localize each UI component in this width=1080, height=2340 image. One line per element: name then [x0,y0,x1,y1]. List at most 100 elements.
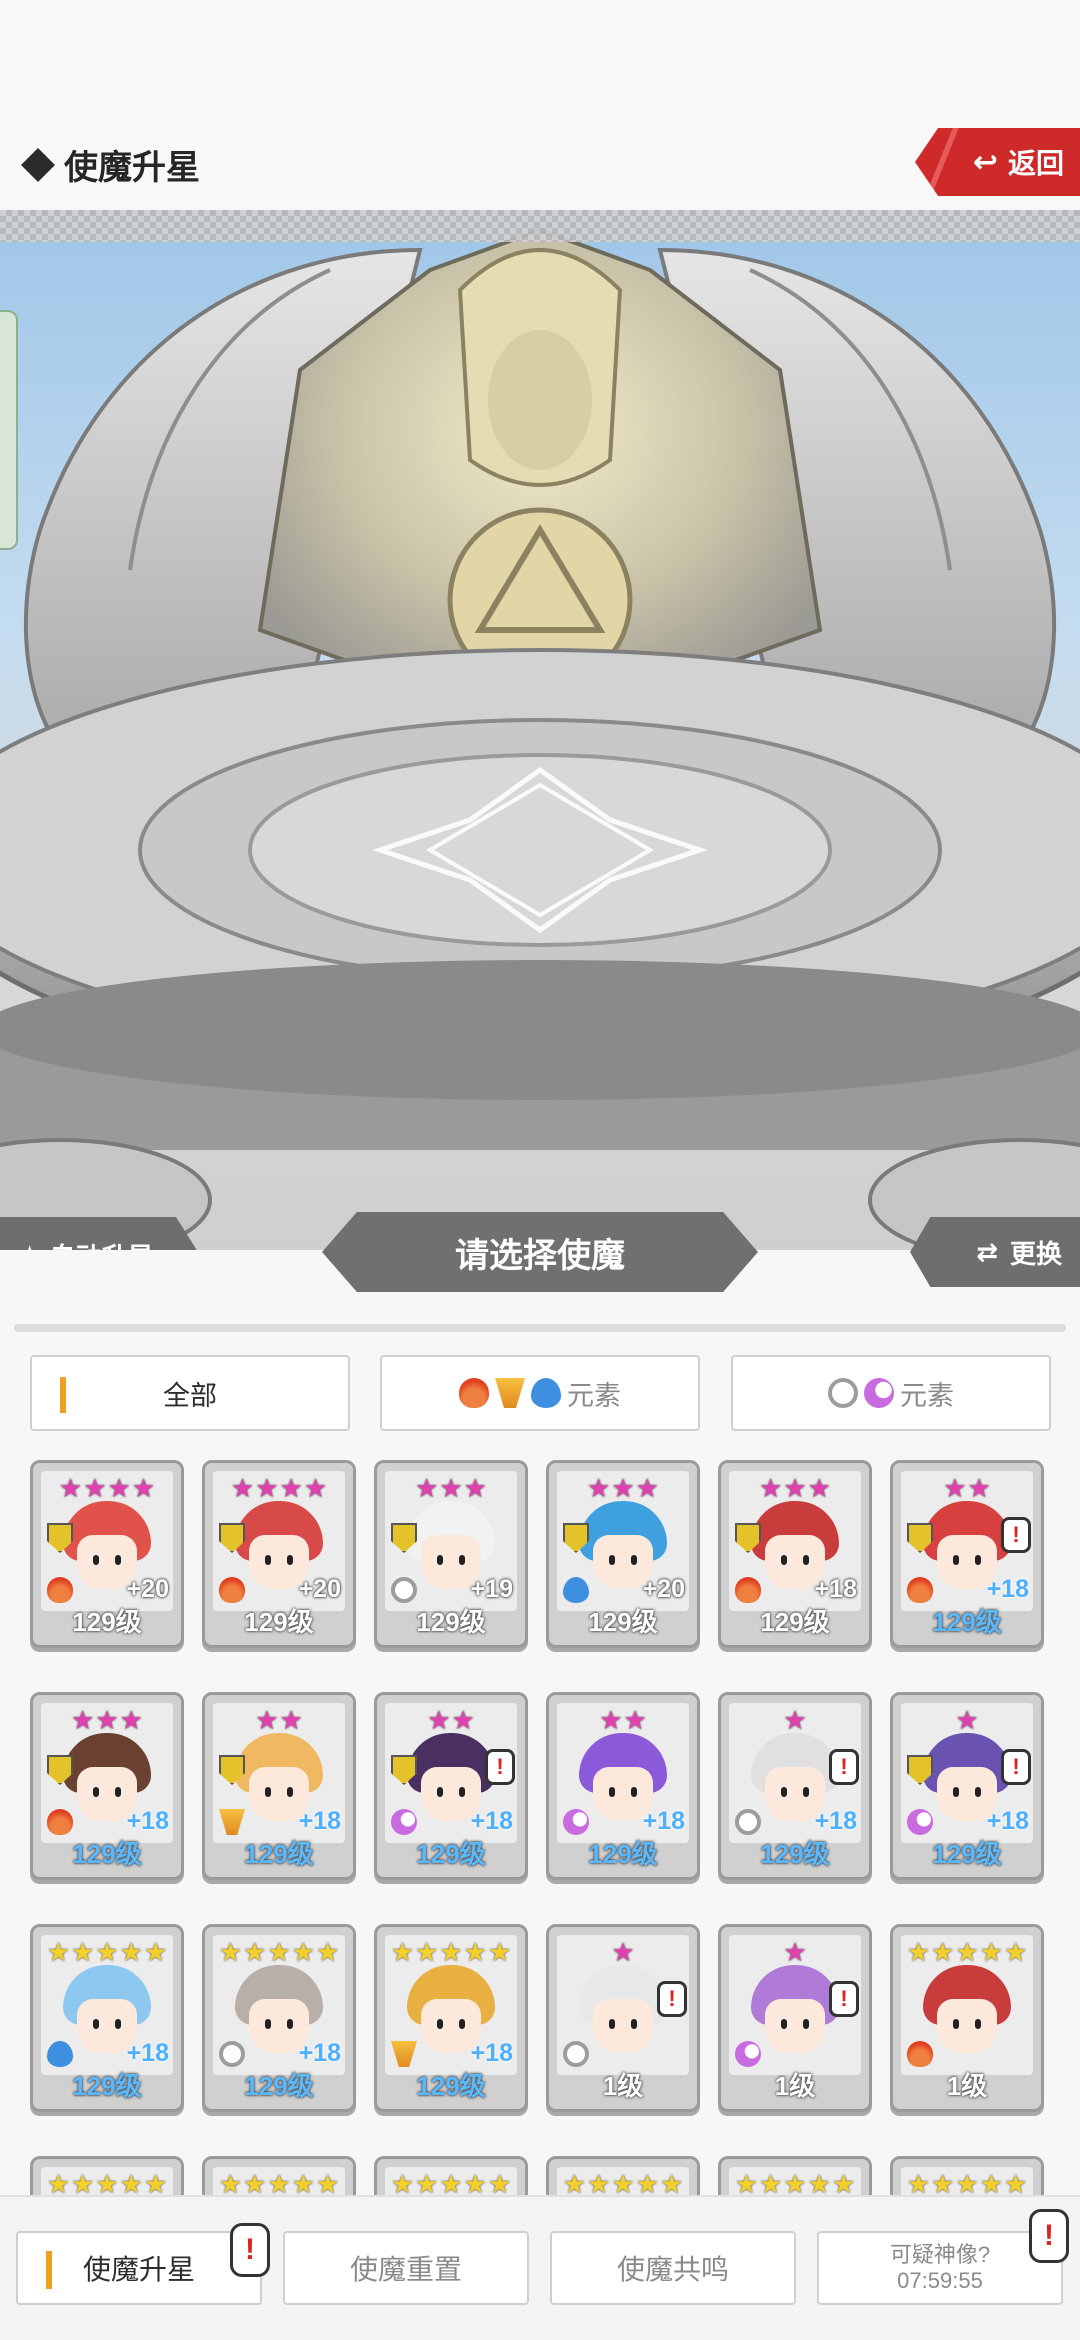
familiar-card[interactable]: ★ ★ ★ ★ ★ +18 129级 [202,1924,356,2112]
enhance-level: +18 [126,1807,169,1835]
portrait-eye [781,1787,787,1797]
enhance-level: +18 [470,1807,513,1835]
star-rating: ★ ★ ★ ★ ★ [213,1939,345,1965]
statue-altar-scene: ★ 自动升星 [0,210,1080,1250]
familiar-card[interactable]: ★ ★ ★ +18 129级 [30,1692,184,1880]
star-icon: ★ [979,1937,1003,1967]
familiar-card[interactable]: ★! 1级 [718,1924,872,2112]
familiar-card[interactable]: ★ ★ ★ ★ ★ [718,2156,872,2195]
nav-suspicious-statue-tab[interactable]: 可疑神像? 07:59:55 ! [817,2209,1069,2305]
star-icon: ★ [119,2169,143,2195]
star-icon: ★ [931,1937,955,1967]
light-icon [391,1577,417,1603]
familiar-card[interactable]: ★ ★! +18 129级 [374,1692,528,1880]
filter-all-tab[interactable]: 全部 [30,1355,350,1431]
star-icon: ★ [562,2169,587,2195]
nav-resonance-tab[interactable]: 使魔共鸣 [550,2231,796,2305]
star-icon: ★ [439,2169,463,2195]
familiar-card[interactable]: ★ ★ ★ +19 129级 [374,1460,528,1648]
familiar-card[interactable]: ★ ★ ★ +20 129级 [546,1460,700,1648]
familiar-card[interactable]: ★ ★ ★ ★ ★ 1级 [890,1924,1044,2112]
portrait-eye [781,1555,787,1565]
nav-star-up-tab[interactable]: 使魔升星 ! [16,2223,270,2305]
familiar-level: 129级 [416,1607,486,1637]
portrait-eye [975,1555,981,1565]
star-rating: ★ [729,1707,861,1733]
familiar-portrait-frame: ★ ★ ★ ★ ★ +18 [213,1935,345,2075]
familiar-card[interactable]: ★ ★ ★ ★ ★ +18 129级 [30,1924,184,2112]
star-icon: ★ [955,2169,979,2195]
familiar-level: 129级 [416,1839,486,1869]
familiar-card[interactable]: ★! +18 129级 [890,1692,1044,1880]
star-icon: ★ [611,1937,635,1967]
swap-arrows-icon: ⇄ [976,1236,998,1267]
portrait-eye [631,1555,637,1565]
star-icon: ★ [255,1705,279,1735]
active-accent-bar [46,2251,52,2289]
enhance-level: +18 [298,2039,341,2067]
alert-icon: ! [1001,1749,1031,1785]
familiar-level: 129级 [760,1607,830,1637]
familiar-card[interactable]: ★! +18 129级 [718,1692,872,1880]
familiar-card[interactable]: ★ ★ ★ ★ ★ [374,2156,528,2195]
star-icon: ★ [734,2169,759,2195]
nav-reset-tab[interactable]: 使魔重置 [283,2231,529,2305]
star-icon: ★ [415,2169,439,2195]
swap-button[interactable]: ⇄ 更换 [910,1217,1080,1287]
enhance-level: +18 [298,1807,341,1835]
familiar-portrait-frame: ★ ★ ★ ★ ★ [213,2167,345,2195]
filter-element-tab-1[interactable]: 元素 [380,1355,700,1431]
filter-element-tab-2[interactable]: 元素 [731,1355,1051,1431]
familiar-card[interactable]: ★ ★ ★ ★ ★ [30,2156,184,2195]
fire-icon [735,1577,761,1603]
light-icon [828,1378,858,1408]
familiar-card[interactable]: ★ ★ ★ +18 129级 [718,1460,872,1648]
familiar-portrait-frame: ★ ★ +18 [557,1703,689,1843]
familiar-card[interactable]: ★ ★ +18 129级 [546,1692,700,1880]
familiar-card[interactable]: ★ ★ ★ ★ +20 129级 [202,1460,356,1648]
select-familiar-banner[interactable]: 请选择使魔 [322,1212,758,1292]
familiar-level: 1级 [946,2071,988,2101]
star-icon: ★ [587,1473,611,1503]
portrait-eye [93,1787,99,1797]
familiar-card[interactable]: ★ ★ +18 129级 [202,1692,356,1880]
familiar-card[interactable]: ★ ★ ★ ★ +20 129级 [30,1460,184,1648]
star-rating: ★ ★ ★ ★ ★ [385,2171,517,2195]
star-icon: ★ [659,2169,684,2195]
enhance-level: +18 [986,1807,1029,1835]
familiar-portrait-frame: ★ ★! +18 [385,1703,517,1843]
portrait-eye [609,2019,615,2029]
portrait-eye [953,1555,959,1565]
portrait-eye [803,2019,809,2029]
portrait-eye [437,1787,443,1797]
familiar-card[interactable]: ★ ★! +18 129级 [890,1460,1044,1648]
water-icon [531,1378,561,1408]
familiar-card[interactable]: ★ ★ ★ ★ ★ [546,2156,700,2195]
wind-icon [495,1378,525,1408]
familiar-card[interactable]: ★! 1级 [546,1924,700,2112]
familiar-card[interactable]: ★ ★ ★ ★ ★ [202,2156,356,2195]
familiar-card[interactable]: ★ ★ ★ ★ ★ [890,2156,1044,2195]
star-icon: ★ [783,1937,807,1967]
side-tab-handle[interactable] [0,310,18,550]
back-button[interactable]: ↩ 返回 [915,128,1080,196]
star-icon: ★ [71,2169,95,2195]
alert-icon: ! [829,1749,859,1785]
familiar-level: 129级 [72,1607,142,1637]
familiar-grid: ★ ★ ★ ★ +20 129级 ★ ★ ★ ★ +20 129级 ★ ★ ★ +19 129级 ★ ★ ★ +20 12… [30,1460,1052,2195]
portrait-face [593,1999,653,2053]
alert-icon: ! [657,1981,687,2017]
familiar-level: 129级 [588,1839,658,1869]
auto-star-button[interactable]: ★ 自动升星 [0,1217,200,1250]
familiar-card[interactable]: ★ ★ ★ ★ ★ +18 129级 [374,1924,528,2112]
enhance-level: +19 [470,1575,513,1603]
star-icon: ★ [143,1937,168,1967]
star-icon: ★ [487,2169,512,2195]
nav-countdown-timer: 07:59:55 [897,2268,983,2293]
star-rating: ★ ★ [557,1707,689,1733]
fire-icon [907,1577,933,1603]
familiar-portrait [579,1965,667,2061]
portrait-eye [287,2019,293,2029]
water-icon [47,2041,73,2067]
alert-badge-icon: ! [1029,2209,1069,2263]
